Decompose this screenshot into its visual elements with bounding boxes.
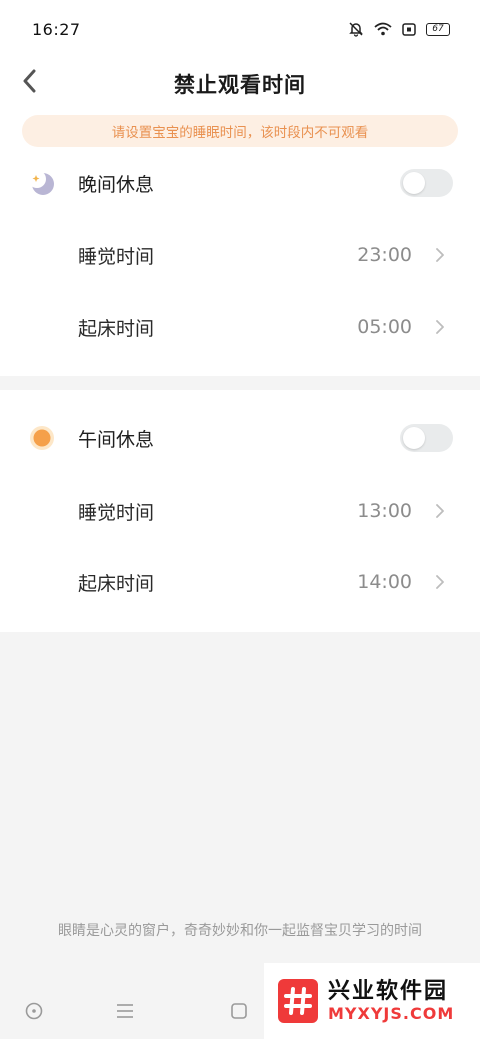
status-time: 16:27	[32, 19, 81, 39]
night-wake-label: 起床时间	[78, 317, 155, 340]
status-bar: 16:27 67	[0, 0, 480, 58]
battery-icon: 67	[426, 22, 450, 36]
watermark-domain: MYXYJS.COM	[328, 1004, 455, 1023]
noon-wake-time: 14:00	[357, 571, 412, 593]
sun-icon	[28, 424, 56, 452]
noon-sleep-label: 睡觉时间	[78, 501, 155, 524]
noon-rest-label: 午间休息	[78, 428, 155, 451]
chevron-right-icon	[434, 246, 446, 264]
night-sleep-time: 23:00	[357, 244, 412, 266]
toggle-knob	[403, 172, 425, 194]
noon-rest-row: 午间休息	[0, 408, 480, 468]
wifi-icon	[374, 22, 392, 36]
watermark-title: 兴业软件园	[328, 979, 449, 1004]
mute-bell-icon	[348, 21, 364, 37]
noon-wake-time-row[interactable]: 起床时间 14:00	[0, 552, 480, 612]
night-rest-row: 晚间休息	[0, 153, 480, 213]
night-rest-toggle[interactable]	[400, 169, 453, 197]
nav-header: 禁止观看时间	[0, 58, 480, 110]
watermark: 兴业软件园 MYXYJS.COM	[264, 963, 480, 1039]
circle-nav-icon[interactable]	[23, 1000, 45, 1022]
noon-rest-card: 午间休息 睡觉时间 13:00 起床时间 14:00	[0, 390, 480, 632]
night-wake-time: 05:00	[357, 316, 412, 338]
night-wake-time-row[interactable]: 起床时间 05:00	[0, 297, 480, 357]
menu-nav-icon[interactable]	[114, 1000, 136, 1022]
moon-star-icon	[28, 169, 56, 197]
night-sleep-label: 睡觉时间	[78, 245, 155, 268]
toggle-knob	[403, 427, 425, 449]
chevron-left-icon	[22, 69, 36, 97]
chevron-right-icon	[434, 502, 446, 520]
night-sleep-time-row[interactable]: 睡觉时间 23:00	[0, 225, 480, 285]
page-title: 禁止观看时间	[174, 73, 306, 97]
chevron-right-icon	[434, 573, 446, 591]
notice-banner: 请设置宝宝的睡眠时间，该时段内不可观看	[22, 115, 458, 147]
noon-rest-toggle[interactable]	[400, 424, 453, 452]
watermark-text: 兴业软件园 MYXYJS.COM	[328, 979, 454, 1023]
footer-text: 眼睛是心灵的窗户，奇奇妙妙和你一起监督宝贝学习的时间	[58, 923, 422, 939]
back-button[interactable]	[14, 64, 44, 102]
night-rest-label: 晚间休息	[78, 173, 155, 196]
chevron-right-icon	[434, 318, 446, 336]
noon-sleep-time: 13:00	[357, 500, 412, 522]
noon-wake-label: 起床时间	[78, 572, 155, 595]
square-nav-icon[interactable]	[228, 1000, 250, 1022]
status-icons: 67	[348, 21, 450, 37]
noon-sleep-time-row[interactable]: 睡觉时间 13:00	[0, 481, 480, 541]
notice-wrap: 请设置宝宝的睡眠时间，该时段内不可观看	[0, 110, 480, 152]
watermark-logo-icon	[278, 979, 318, 1023]
sim-icon	[402, 22, 416, 36]
night-rest-card: 晚间休息 睡觉时间 23:00 起床时间 05:00	[0, 152, 480, 376]
